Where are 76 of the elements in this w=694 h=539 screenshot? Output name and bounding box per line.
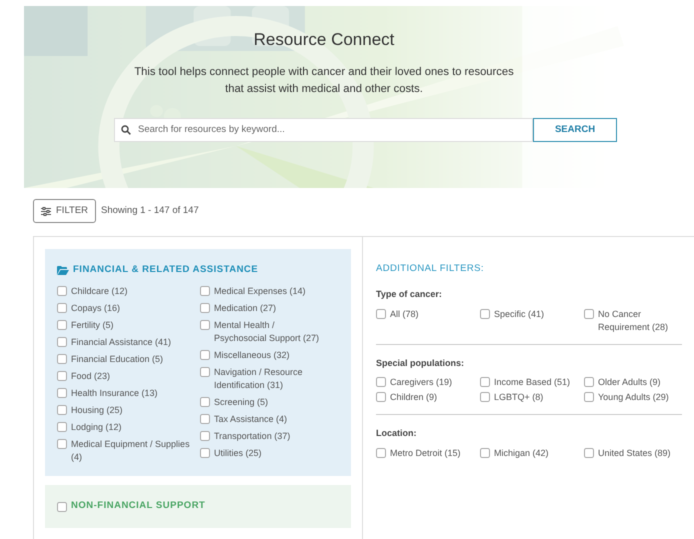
- checkbox[interactable]: [480, 448, 490, 458]
- checkbox[interactable]: [57, 422, 67, 432]
- checkbox[interactable]: [200, 448, 210, 458]
- folder-icon: [57, 266, 69, 275]
- checkbox[interactable]: [57, 303, 67, 314]
- checkbox[interactable]: [57, 439, 67, 450]
- checkbox[interactable]: [200, 350, 210, 360]
- checkbox[interactable]: [376, 448, 386, 458]
- option-label[interactable]: Michigan (42): [494, 446, 549, 460]
- intro-text: This tool helps connect people with cancer and their loved ones to resources that assist with medical and other costs.: [133, 65, 515, 98]
- checkbox[interactable]: [57, 388, 67, 398]
- option-label[interactable]: All (78): [390, 308, 419, 321]
- checkbox[interactable]: [584, 377, 594, 388]
- option-label[interactable]: Income Based (51): [494, 376, 570, 390]
- option-label[interactable]: Caregivers (19): [390, 376, 452, 390]
- checkbox[interactable]: [584, 448, 594, 458]
- checkbox[interactable]: [200, 303, 210, 314]
- checkbox[interactable]: [480, 308, 490, 319]
- option-label[interactable]: Financial Assistance (41): [71, 336, 172, 350]
- option-label[interactable]: Medical Equipment / Supplies (4): [71, 438, 200, 464]
- option-label[interactable]: Young Adults (29): [598, 391, 669, 404]
- checkbox[interactable]: [376, 392, 386, 402]
- checkbox[interactable]: [200, 397, 210, 408]
- option-label[interactable]: Metro Detroit (15): [390, 446, 461, 460]
- option-label[interactable]: Navigation / Resource Identification (31): [214, 366, 325, 392]
- checkbox[interactable]: [57, 286, 67, 296]
- option-label[interactable]: Screening (5): [214, 396, 268, 410]
- option-label[interactable]: Health Insurance (13): [71, 387, 158, 400]
- checkbox[interactable]: [584, 308, 594, 319]
- option-label[interactable]: Tax Assistance (4): [214, 413, 288, 426]
- checkbox[interactable]: [480, 377, 490, 388]
- option-label[interactable]: No Cancer Requirement (28): [598, 308, 674, 334]
- option-label[interactable]: Medical Expenses (14): [214, 285, 306, 298]
- option-label[interactable]: LGBTQ+ (8): [494, 391, 544, 404]
- checkbox[interactable]: [584, 392, 594, 402]
- option-label[interactable]: Medication (27): [214, 302, 276, 316]
- search-icon: [121, 125, 131, 136]
- checkbox[interactable]: [480, 392, 490, 402]
- option-label[interactable]: Lodging (12): [71, 421, 122, 434]
- search-field[interactable]: Search for resources by keyword...: [114, 118, 533, 142]
- option-label[interactable]: Financial Education (5): [71, 353, 164, 366]
- sliders-icon: [41, 206, 51, 216]
- option-label[interactable]: Fertility (5): [71, 319, 114, 332]
- checkbox[interactable]: [57, 320, 67, 330]
- page-title: Resource Connect: [252, 30, 396, 50]
- checkbox[interactable]: [376, 308, 386, 319]
- checkbox[interactable]: [57, 371, 67, 382]
- checkbox[interactable]: [376, 377, 386, 388]
- checkbox[interactable]: [200, 414, 210, 424]
- checkbox[interactable]: [200, 286, 210, 296]
- option-label[interactable]: Children (9): [390, 391, 438, 404]
- option-label[interactable]: Miscellaneous (32): [214, 349, 290, 362]
- search-button[interactable]: SEARCH: [533, 118, 617, 142]
- checkbox[interactable]: [57, 405, 67, 416]
- checkbox[interactable]: [200, 431, 210, 442]
- checkbox[interactable]: [57, 502, 67, 512]
- option-label[interactable]: Childcare (12): [71, 285, 128, 298]
- option-label[interactable]: Housing (25): [71, 404, 123, 418]
- checkbox[interactable]: [200, 320, 210, 330]
- option-label[interactable]: United States (89): [598, 446, 671, 460]
- option-label[interactable]: Older Adults (9): [598, 376, 661, 390]
- checkbox[interactable]: [57, 337, 67, 348]
- option-label[interactable]: Mental Health / Psychosocial Support (27): [214, 319, 325, 346]
- results-count: Showing 1 - 147 of 147: [101, 204, 199, 218]
- filter-button[interactable]: FILTER: [33, 199, 96, 223]
- group-label: Special populations:: [376, 356, 466, 370]
- option-label[interactable]: Specific (41): [494, 308, 544, 321]
- group-label: Type of cancer:: [376, 288, 443, 302]
- option-label[interactable]: Food (23): [71, 370, 110, 384]
- option-label[interactable]: Utilities (25): [214, 447, 262, 460]
- checkbox[interactable]: [200, 367, 210, 378]
- option-label[interactable]: Transportation (37): [214, 430, 290, 444]
- checkbox[interactable]: [57, 354, 67, 364]
- option-label[interactable]: Copays (16): [71, 302, 120, 316]
- group-label: Location:: [376, 427, 418, 440]
- section-heading: ADDITIONAL FILTERS:: [376, 262, 485, 276]
